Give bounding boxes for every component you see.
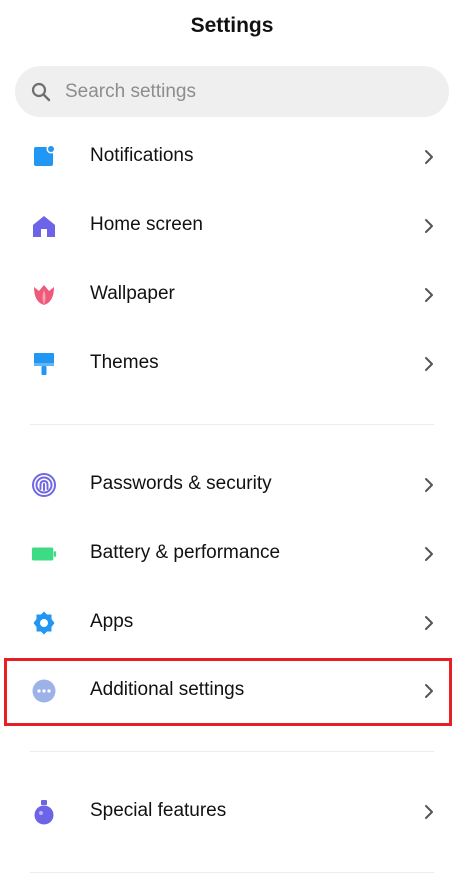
section-divider: [30, 424, 434, 425]
section-divider: [30, 872, 434, 873]
search-bar[interactable]: Search settings: [15, 66, 449, 117]
search-icon: [31, 82, 51, 102]
fingerprint-icon: [32, 473, 56, 497]
themes-brush-icon: [34, 353, 54, 375]
chevron-right-icon: [425, 805, 433, 819]
search-input-placeholder: Search settings: [65, 81, 196, 102]
settings-item-label: Apps: [90, 611, 134, 632]
chevron-right-icon: [425, 288, 433, 302]
settings-item-battery-performance[interactable]: Battery & performance: [0, 525, 464, 585]
chevron-right-icon: [425, 219, 433, 233]
settings-item-label: Themes: [90, 352, 159, 373]
battery-icon: [31, 547, 57, 561]
settings-item-home-screen[interactable]: Home screen: [0, 197, 464, 257]
settings-item-passwords-security[interactable]: Passwords & security: [0, 456, 464, 516]
section-divider: [30, 751, 434, 752]
settings-item-label: Wallpaper: [90, 283, 175, 304]
home-icon: [33, 216, 55, 237]
notifications-icon: [34, 144, 56, 166]
highlight-box: [4, 658, 452, 726]
settings-item-themes[interactable]: Themes: [0, 335, 464, 395]
settings-item-special-features[interactable]: Special features: [0, 783, 464, 843]
chevron-right-icon: [425, 616, 433, 630]
settings-item-label: Passwords & security: [90, 473, 272, 494]
chevron-right-icon: [425, 478, 433, 492]
settings-item-label: Special features: [90, 800, 227, 821]
chevron-right-icon: [425, 357, 433, 371]
wallpaper-tulip-icon: [34, 285, 54, 305]
page-title: Settings: [190, 14, 274, 37]
settings-item-label: Home screen: [90, 214, 203, 235]
settings-item-wallpaper[interactable]: Wallpaper: [0, 266, 464, 326]
settings-item-notifications[interactable]: Notifications: [0, 128, 464, 188]
chevron-right-icon: [425, 547, 433, 561]
settings-item-label: Battery & performance: [90, 542, 281, 563]
apps-gear-icon: [33, 611, 55, 635]
settings-item-apps[interactable]: Apps: [0, 594, 464, 654]
special-features-flask-icon: [34, 800, 54, 825]
settings-item-label: Notifications: [90, 145, 194, 166]
chevron-right-icon: [425, 150, 433, 164]
